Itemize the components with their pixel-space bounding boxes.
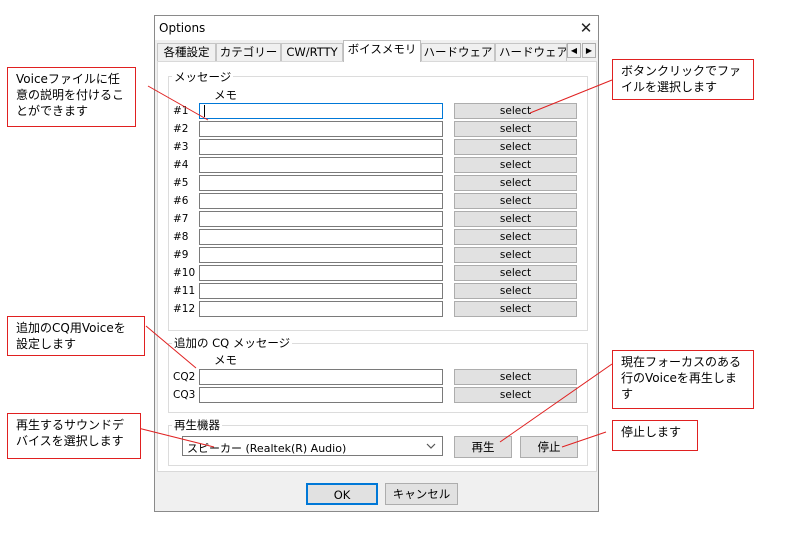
cq-memo-input[interactable] xyxy=(199,387,443,403)
cq-select-button[interactable]: select xyxy=(454,387,577,403)
callout-button-click: ボタンクリックでファイルを選択します xyxy=(612,59,754,100)
message-select-button[interactable]: select xyxy=(454,157,577,173)
cq-row-label: CQ2 xyxy=(173,371,196,383)
message-memo-input[interactable] xyxy=(199,193,443,209)
tab-strip: 各種設定 カテゴリー CW/RTTY ボイスメモリ ハードウェア ハードウェア2… xyxy=(155,40,598,62)
message-row-label: #3 xyxy=(173,141,189,153)
message-select-button[interactable]: select xyxy=(454,229,577,245)
cq-group-label: 追加の CQ メッセージ xyxy=(172,335,293,351)
callout-voice-file-text: Voiceファイルに任意の説明を付けることができます xyxy=(16,72,125,118)
message-row-label: #12 xyxy=(173,303,196,315)
message-row-label: #4 xyxy=(173,159,189,171)
tab-voice-memory[interactable]: ボイスメモリ xyxy=(343,40,421,62)
tab-hardware2[interactable]: ハードウェア2 xyxy=(495,43,567,61)
chevron-down-icon xyxy=(426,443,436,449)
message-select-button[interactable]: select xyxy=(454,103,577,119)
stop-button[interactable]: 停止 xyxy=(520,436,578,458)
message-select-button[interactable]: select xyxy=(454,193,577,209)
voice-memory-panel: メッセージ メモ #1 select #2 select #3 select #4 selec… xyxy=(157,61,597,472)
message-memo-header: メモ xyxy=(214,88,237,102)
callout-play-focus: 現在フォーカスのある行のVoiceを再生します xyxy=(612,350,754,409)
playback-group-label: 再生機器 xyxy=(172,417,222,433)
tab-cw-rtty[interactable]: CW/RTTY xyxy=(281,43,343,61)
cancel-button[interactable]: キャンセル xyxy=(385,483,458,505)
message-select-button[interactable]: select xyxy=(454,139,577,155)
text-caret xyxy=(204,105,205,117)
callout-button-click-text: ボタンクリックでファイルを選択します xyxy=(621,64,742,94)
message-memo-input[interactable] xyxy=(199,229,443,245)
message-row-label: #9 xyxy=(173,249,189,261)
callout-sound-device-text: 再生するサウンドデバイスを選択します xyxy=(16,418,125,448)
message-row-label: #11 xyxy=(173,285,196,297)
message-memo-input[interactable] xyxy=(199,301,443,317)
message-memo-input[interactable] xyxy=(199,175,443,191)
tab-scroll-left-icon[interactable]: ◀ xyxy=(567,43,581,58)
message-memo-input[interactable] xyxy=(199,121,443,137)
options-dialog: Options ✕ 各種設定 カテゴリー CW/RTTY ボイスメモリ ハードウ… xyxy=(154,15,599,512)
message-select-button[interactable]: select xyxy=(454,265,577,281)
message-group-label: メッセージ xyxy=(172,69,234,85)
message-row-label: #6 xyxy=(173,195,189,207)
message-row-label: #5 xyxy=(173,177,189,189)
tab-general[interactable]: 各種設定 xyxy=(157,43,216,61)
play-button[interactable]: 再生 xyxy=(454,436,512,458)
callout-stop: 停止します xyxy=(612,420,698,451)
message-row-label: #10 xyxy=(173,267,196,279)
message-select-button[interactable]: select xyxy=(454,283,577,299)
cq-memo-input[interactable] xyxy=(199,369,443,385)
message-select-button[interactable]: select xyxy=(454,121,577,137)
message-memo-input[interactable] xyxy=(199,211,443,227)
callout-voice-file: Voiceファイルに任意の説明を付けることができます xyxy=(7,67,136,127)
title-bar: Options ✕ xyxy=(155,16,598,40)
callout-play-focus-text: 現在フォーカスのある行のVoiceを再生します xyxy=(621,355,742,401)
window-title: Options xyxy=(159,21,206,35)
ok-button[interactable]: OK xyxy=(306,483,378,505)
callout-sound-device: 再生するサウンドデバイスを選択します xyxy=(7,413,141,459)
cq-row-label: CQ3 xyxy=(173,389,196,401)
message-select-button[interactable]: select xyxy=(454,175,577,191)
tab-hardware[interactable]: ハードウェア xyxy=(421,43,495,61)
close-icon[interactable]: ✕ xyxy=(575,17,597,39)
tab-scroll-right-icon[interactable]: ▶ xyxy=(582,43,596,58)
message-memo-input[interactable] xyxy=(199,283,443,299)
callout-cq-voice: 追加のCQ用Voiceを設定します xyxy=(7,316,145,356)
message-row-label: #1 xyxy=(173,105,189,117)
message-select-button[interactable]: select xyxy=(454,211,577,227)
message-memo-input[interactable] xyxy=(199,265,443,281)
callout-cq-voice-text: 追加のCQ用Voiceを設定します xyxy=(16,321,126,351)
cq-select-button[interactable]: select xyxy=(454,369,577,385)
message-memo-input[interactable] xyxy=(199,103,443,119)
message-select-button[interactable]: select xyxy=(454,301,577,317)
sound-device-select[interactable]: スピーカー (Realtek(R) Audio) xyxy=(182,436,443,456)
message-select-button[interactable]: select xyxy=(454,247,577,263)
cq-memo-header: メモ xyxy=(214,353,237,367)
tab-category[interactable]: カテゴリー xyxy=(216,43,281,61)
message-memo-input[interactable] xyxy=(199,247,443,263)
callout-stop-text: 停止します xyxy=(621,425,682,439)
message-memo-input[interactable] xyxy=(199,139,443,155)
message-row-label: #2 xyxy=(173,123,189,135)
message-memo-input[interactable] xyxy=(199,157,443,173)
sound-device-value: スピーカー (Realtek(R) Audio) xyxy=(187,442,347,455)
message-row-label: #7 xyxy=(173,213,189,225)
message-row-label: #8 xyxy=(173,231,189,243)
